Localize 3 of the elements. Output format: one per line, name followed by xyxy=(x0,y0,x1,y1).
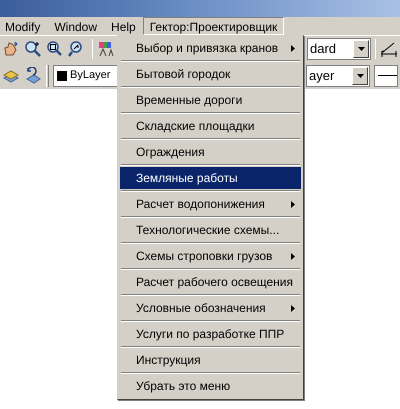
combo-value: dard xyxy=(310,40,336,58)
combo-value: ByLayer xyxy=(70,68,110,84)
combo-value: ayer xyxy=(309,66,334,85)
